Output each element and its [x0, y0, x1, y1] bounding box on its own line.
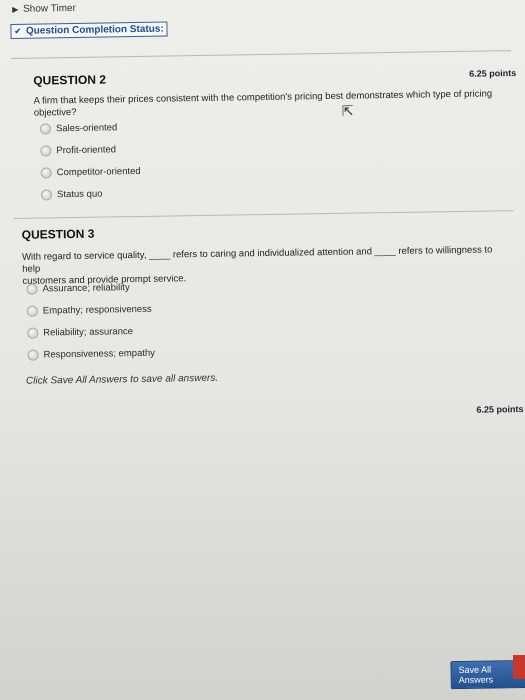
question-3-option-1[interactable]: Assurance; reliability — [26, 282, 130, 295]
scrollbar-tab[interactable] — [513, 655, 525, 679]
expand-triangle-icon: ▶ — [12, 4, 19, 14]
radio-button[interactable] — [27, 349, 39, 361]
question-3-text-part2: refers to caring and individualized atte… — [170, 246, 375, 261]
screen: ▶ Show Timer ✔ Question Completion Statu… — [0, 0, 525, 700]
option-label: Profit-oriented — [56, 144, 117, 157]
question-2-option-4[interactable]: Status quo — [40, 188, 103, 201]
radio-button[interactable] — [39, 123, 52, 135]
option-label: Responsiveness; empathy — [43, 347, 156, 361]
radio-button[interactable] — [40, 167, 52, 179]
show-timer-link[interactable]: ▶ Show Timer — [12, 3, 76, 15]
option-label: Reliability; assurance — [43, 326, 134, 339]
show-timer-label: Show Timer — [22, 2, 76, 15]
quiz-panel: ▶ Show Timer ✔ Question Completion Statu… — [10, 0, 525, 700]
question-3-text-part1: With regard to service quality, — [21, 249, 150, 263]
question-completion-label: Question Completion Status: — [25, 23, 164, 37]
question-3-title: QUESTION 3 — [21, 226, 95, 242]
radio-button[interactable] — [27, 327, 39, 339]
question-2-option-3[interactable]: Competitor-oriented — [40, 165, 141, 179]
option-label: Assurance; reliability — [42, 282, 130, 295]
question-2-option-1[interactable]: Sales-oriented — [39, 122, 118, 135]
question-3-points: 6.25 points — [476, 403, 524, 415]
save-instruction: Click Save All Answers to save all answe… — [25, 372, 219, 387]
collapse-arrow-icon: ✔ — [14, 26, 22, 36]
option-label: Competitor-oriented — [56, 165, 141, 179]
question-3-text: With regard to service quality, ____ ref… — [22, 244, 513, 288]
radio-button[interactable] — [40, 189, 53, 201]
question-3-option-2[interactable]: Empathy; responsiveness — [26, 303, 152, 317]
question-3-option-4[interactable]: Responsiveness; empathy — [27, 348, 155, 361]
mouse-cursor-icon: ⇱ — [341, 102, 354, 119]
option-label: Empathy; responsiveness — [42, 303, 152, 317]
blank-2: ____ — [374, 245, 396, 258]
blank-1: ____ — [149, 249, 171, 261]
question-2-option-2[interactable]: Profit-oriented — [40, 144, 117, 157]
option-label: Status quo — [56, 188, 103, 201]
question-2-text: A firm that keeps their prices consisten… — [34, 88, 504, 119]
option-label: Sales-oriented — [55, 122, 118, 135]
divider — [13, 210, 514, 219]
radio-button[interactable] — [26, 305, 38, 317]
radio-button[interactable] — [40, 145, 52, 157]
question-completion-status[interactable]: ✔ Question Completion Status: — [10, 21, 168, 39]
question-3-option-3[interactable]: Reliability; assurance — [27, 326, 133, 339]
question-2-points: 6.25 points — [469, 68, 517, 79]
radio-button[interactable] — [26, 283, 38, 295]
question-2-title: QUESTION 2 — [33, 72, 107, 88]
divider — [10, 50, 511, 59]
